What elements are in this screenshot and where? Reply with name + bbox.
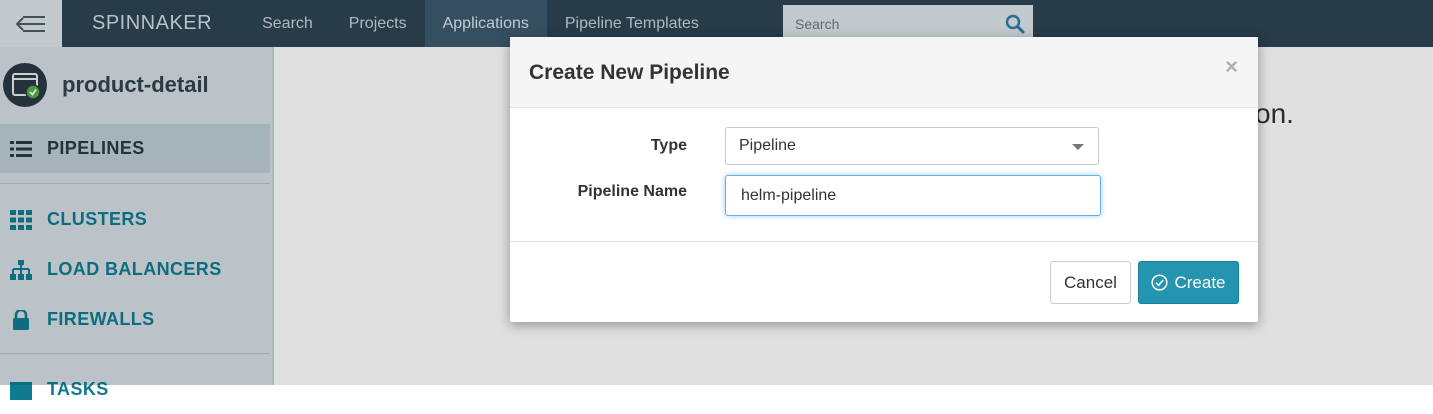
modal-title: Create New Pipeline bbox=[529, 61, 730, 84]
cancel-button[interactable]: Cancel bbox=[1050, 261, 1131, 304]
caret-down-icon bbox=[1072, 144, 1084, 150]
create-pipeline-modal: Create New Pipeline × Type Pipeline Pipe… bbox=[510, 37, 1258, 322]
modal-header: Create New Pipeline × bbox=[510, 37, 1258, 108]
modal-footer: Cancel Create bbox=[510, 242, 1258, 323]
type-label: Type bbox=[650, 137, 687, 154]
check-circle-icon bbox=[1151, 274, 1169, 291]
type-select-value: Pipeline bbox=[739, 137, 796, 154]
type-select[interactable]: Pipeline bbox=[725, 127, 1099, 165]
close-icon[interactable]: × bbox=[1225, 54, 1238, 80]
pipeline-name-label: Pipeline Name bbox=[577, 183, 687, 200]
modal-body: Type Pipeline Pipeline Name bbox=[510, 108, 1258, 242]
create-button-label: Create bbox=[1174, 272, 1226, 292]
pipeline-name-input[interactable] bbox=[725, 175, 1101, 216]
create-button[interactable]: Create bbox=[1138, 261, 1239, 304]
